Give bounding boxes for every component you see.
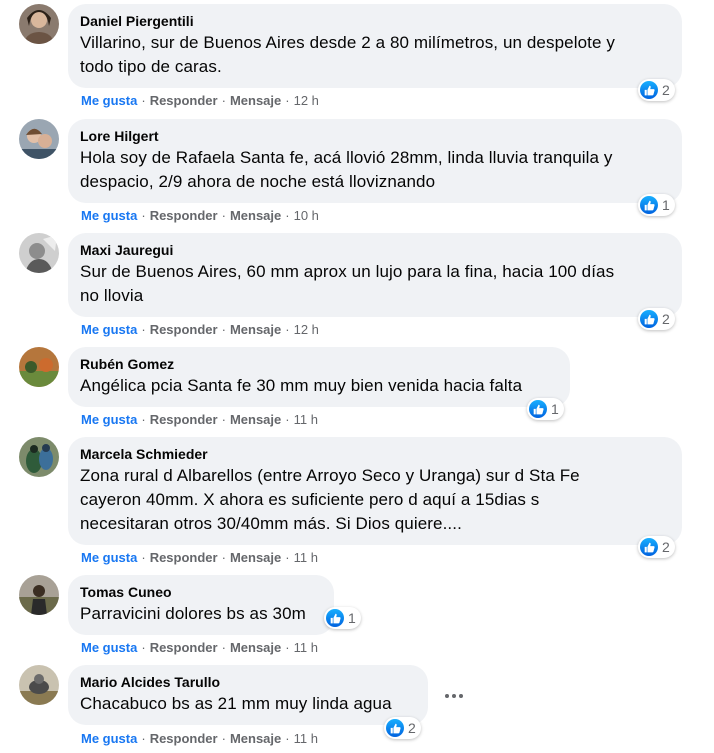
reply-button[interactable]: Responder [150, 93, 218, 108]
like-button[interactable]: Me gusta [81, 731, 137, 746]
comment-author[interactable]: Rubén Gomez [80, 355, 558, 374]
like-button[interactable]: Me gusta [81, 412, 137, 427]
comment-text-line: cayeron 40mm. X ahora es suficiente pero… [80, 490, 540, 509]
message-button[interactable]: Mensaje [230, 731, 281, 746]
comment-actions: Me gusta · Responder · Mensaje · 11 h [81, 731, 318, 746]
comment-actions: Me gusta · Responder · Mensaje · 10 h [81, 208, 319, 223]
like-button[interactable]: Me gusta [81, 322, 137, 337]
comment-bubble: Lore Hilgert Hola soy de Rafaela Santa f… [68, 119, 682, 203]
comment-bubble: Daniel Piergentili Villarino, sur de Bue… [68, 4, 682, 88]
comment-text-line: Hola soy de Rafaela Santa fe, acá llovió… [80, 148, 613, 167]
comment-timestamp[interactable]: 12 h [294, 93, 319, 108]
reply-button[interactable]: Responder [150, 550, 218, 565]
reply-button[interactable]: Responder [150, 640, 218, 655]
comment-timestamp[interactable]: 11 h [294, 412, 318, 427]
reaction-number: 2 [662, 311, 670, 327]
reaction-number: 1 [662, 197, 670, 213]
like-thumbs-up-icon [640, 538, 658, 556]
avatar[interactable] [19, 233, 59, 273]
avatar[interactable] [19, 347, 59, 387]
reaction-number: 1 [348, 610, 356, 626]
comment-text-line: Angélica pcia Santa fe 30 mm muy bien ve… [80, 376, 523, 395]
reaction-count[interactable]: 2 [638, 308, 675, 330]
reaction-number: 2 [408, 720, 416, 736]
reaction-count[interactable]: 1 [527, 398, 564, 420]
comment-text-line: no llovia [80, 286, 144, 305]
like-thumbs-up-icon [640, 310, 658, 328]
comment-author[interactable]: Lore Hilgert [80, 127, 670, 146]
message-button[interactable]: Mensaje [230, 208, 281, 223]
comment-timestamp[interactable]: 11 h [294, 550, 318, 565]
like-button[interactable]: Me gusta [81, 208, 137, 223]
reaction-count[interactable]: 2 [384, 717, 421, 739]
comment-bubble: Mario Alcides Tarullo Chacabuco bs as 21… [68, 665, 428, 725]
comment-bubble: Maxi Jauregui Sur de Buenos Aires, 60 mm… [68, 233, 682, 317]
like-thumbs-up-icon [326, 609, 344, 627]
message-button[interactable]: Mensaje [230, 412, 281, 427]
comment-text-line: Zona rural d Albarellos (entre Arroyo Se… [80, 466, 580, 485]
comment-actions: Me gusta · Responder · Mensaje · 12 h [81, 322, 319, 337]
message-button[interactable]: Mensaje [230, 640, 281, 655]
more-options-icon[interactable] [440, 690, 468, 702]
reaction-count[interactable]: 2 [638, 79, 675, 101]
comment-author[interactable]: Maxi Jauregui [80, 241, 670, 260]
reaction-count[interactable]: 2 [638, 536, 675, 558]
comment-bubble: Marcela Schmieder Zona rural d Albarello… [68, 437, 682, 545]
comment-author[interactable]: Mario Alcides Tarullo [80, 673, 416, 692]
comment-actions: Me gusta · Responder · Mensaje · 11 h [81, 640, 318, 655]
like-button[interactable]: Me gusta [81, 93, 137, 108]
like-thumbs-up-icon [640, 196, 658, 214]
avatar[interactable] [19, 437, 59, 477]
comment-text-line: Parravicini dolores bs as 30m [80, 604, 306, 623]
avatar[interactable] [19, 575, 59, 615]
comment-actions: Me gusta · Responder · Mensaje · 12 h [81, 93, 319, 108]
comment-author[interactable]: Marcela Schmieder [80, 445, 670, 464]
like-button[interactable]: Me gusta [81, 640, 137, 655]
comment-text-line: Villarino, sur de Buenos Aires desde 2 a… [80, 33, 615, 52]
comment-timestamp[interactable]: 10 h [294, 208, 319, 223]
comment-text-line: despacio, 2/9 ahora de noche está lloviz… [80, 172, 436, 191]
comment-actions: Me gusta · Responder · Mensaje · 11 h [81, 412, 318, 427]
reaction-number: 1 [551, 401, 559, 417]
comment-author[interactable]: Daniel Piergentili [80, 12, 670, 31]
comment-bubble: Tomas Cuneo Parravicini dolores bs as 30… [68, 575, 334, 635]
reply-button[interactable]: Responder [150, 731, 218, 746]
comment-text-line: todo tipo de caras. [80, 57, 222, 76]
comment-text-line: Sur de Buenos Aires, 60 mm aprox un lujo… [80, 262, 615, 281]
reply-button[interactable]: Responder [150, 208, 218, 223]
like-thumbs-up-icon [529, 400, 547, 418]
comment-timestamp[interactable]: 11 h [294, 731, 318, 746]
reply-button[interactable]: Responder [150, 322, 218, 337]
reply-button[interactable]: Responder [150, 412, 218, 427]
message-button[interactable]: Mensaje [230, 322, 281, 337]
comment-author[interactable]: Tomas Cuneo [80, 583, 322, 602]
comment-timestamp[interactable]: 12 h [294, 322, 319, 337]
reaction-number: 2 [662, 539, 670, 555]
avatar[interactable] [19, 665, 59, 705]
comment-text-line: necesitaran otros 30/40mm más. Si Dios q… [80, 514, 462, 533]
comment-timestamp[interactable]: 11 h [294, 640, 318, 655]
reaction-number: 2 [662, 82, 670, 98]
comment-bubble: Rubén Gomez Angélica pcia Santa fe 30 mm… [68, 347, 570, 407]
like-button[interactable]: Me gusta [81, 550, 137, 565]
comment-actions: Me gusta · Responder · Mensaje · 11 h [81, 550, 318, 565]
comment-text-line: Chacabuco bs as 21 mm muy linda agua [80, 694, 392, 713]
reaction-count[interactable]: 1 [638, 194, 675, 216]
avatar[interactable] [19, 119, 59, 159]
like-thumbs-up-icon [640, 81, 658, 99]
message-button[interactable]: Mensaje [230, 93, 281, 108]
like-thumbs-up-icon [386, 719, 404, 737]
message-button[interactable]: Mensaje [230, 550, 281, 565]
avatar[interactable] [19, 4, 59, 44]
reaction-count[interactable]: 1 [324, 607, 361, 629]
